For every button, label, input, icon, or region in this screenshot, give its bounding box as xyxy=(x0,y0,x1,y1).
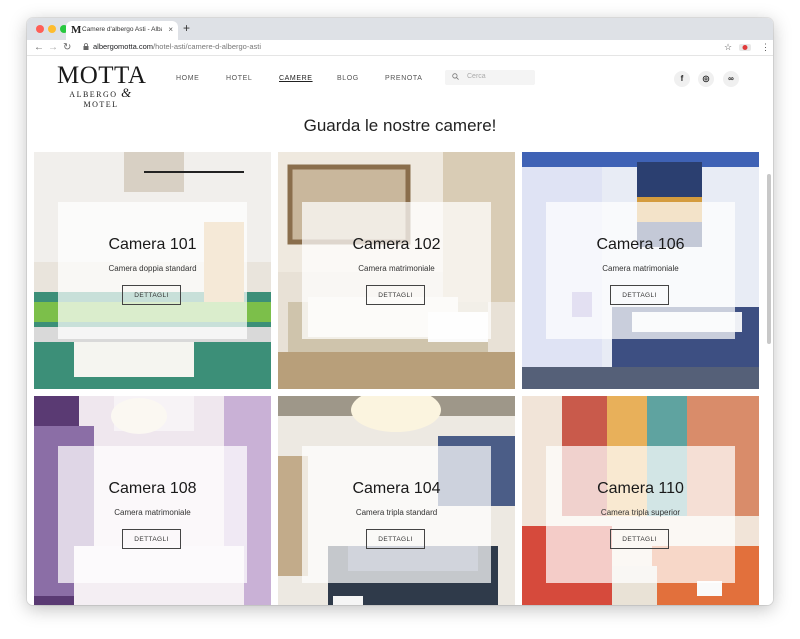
extension-icon[interactable] xyxy=(739,43,751,52)
room-overlay: Camera 102 Camera matrimoniale DETTAGLI xyxy=(302,202,491,339)
details-button[interactable]: DETTAGLI xyxy=(366,529,425,549)
nav-camere[interactable]: CAMERE xyxy=(279,75,313,82)
room-name: Camera 110 xyxy=(597,480,684,497)
address-bar: ← → ↻ albergomotta.com/hotel-asti/camere… xyxy=(27,40,773,56)
details-button[interactable]: DETTAGLI xyxy=(610,529,669,549)
page-heading: Guarda le nostre camere! xyxy=(303,116,497,135)
room-name: Camera 102 xyxy=(352,236,441,253)
room-card-102[interactable]: Camera 102 Camera matrimoniale DETTAGLI xyxy=(278,152,515,389)
tab-title: Camere d'albergo Asti - Alba xyxy=(82,26,162,33)
menu-icon[interactable]: ⋮ xyxy=(761,41,770,54)
forward-icon[interactable]: → xyxy=(48,41,58,54)
room-name: Camera 104 xyxy=(352,480,441,497)
logo-sub: ALBERGO & MOTEL xyxy=(69,85,133,109)
room-overlay: Camera 110 Camera tripla superior DETTAG… xyxy=(546,446,735,583)
details-button[interactable]: DETTAGLI xyxy=(366,285,425,305)
details-button[interactable]: DETTAGLI xyxy=(610,285,669,305)
room-overlay: Camera 104 Camera tripla standard DETTAG… xyxy=(302,446,491,583)
tab-bar: M Camere d'albergo Asti - Alba × + xyxy=(27,18,773,40)
search-input[interactable]: Cerca xyxy=(445,70,535,85)
tab-close-icon[interactable]: × xyxy=(168,25,173,34)
website: MOTTA ALBERGO & MOTEL HOME HOTEL CAMERE … xyxy=(27,56,773,605)
url-field[interactable]: albergomotta.com/hotel-asti/camere-d-alb… xyxy=(93,42,261,51)
room-overlay: Camera 108 Camera matrimoniale DETTAGLI xyxy=(58,446,247,583)
facebook-icon[interactable]: f xyxy=(674,71,690,87)
room-card-110[interactable]: Camera 110 Camera tripla superior DETTAG… xyxy=(522,396,759,605)
url-domain: albergomotta.com xyxy=(93,42,154,51)
back-icon[interactable]: ← xyxy=(34,41,44,54)
browser-tab[interactable]: M Camere d'albergo Asti - Alba × xyxy=(66,21,178,40)
new-tab-button[interactable]: + xyxy=(183,21,190,35)
room-name: Camera 106 xyxy=(596,236,685,253)
nav-hotel[interactable]: HOTEL xyxy=(226,75,252,82)
room-type: Camera tripla superior xyxy=(600,508,681,517)
minimize-window-button[interactable] xyxy=(48,25,56,33)
nav-blog[interactable]: BLOG xyxy=(337,75,359,82)
room-type: Camera matrimoniale xyxy=(114,508,191,517)
nav-prenota[interactable]: PRENOTA xyxy=(385,75,423,82)
room-name: Camera 108 xyxy=(108,480,197,497)
nav-home[interactable]: HOME xyxy=(176,75,199,82)
details-button[interactable]: DETTAGLI xyxy=(122,285,181,305)
room-card-101[interactable]: Camera 101 Camera doppia standard DETTAG… xyxy=(34,152,271,389)
instagram-icon[interactable]: ◎ xyxy=(698,71,714,87)
room-card-104[interactable]: Camera 104 Camera tripla standard DETTAG… xyxy=(278,396,515,605)
room-type: Camera doppia standard xyxy=(108,264,197,273)
close-window-button[interactable] xyxy=(36,25,44,33)
search-placeholder: Cerca xyxy=(467,73,486,80)
room-overlay: Camera 101 Camera doppia standard DETTAG… xyxy=(58,202,247,339)
tripadvisor-icon[interactable]: ∞ xyxy=(723,71,739,87)
lock-icon xyxy=(83,43,89,50)
favicon-icon: M xyxy=(71,24,82,36)
details-button[interactable]: DETTAGLI xyxy=(122,529,181,549)
reload-icon[interactable]: ↻ xyxy=(63,41,71,54)
room-card-106[interactable]: Camera 106 Camera matrimoniale DETTAGLI xyxy=(522,152,759,389)
url-path: /hotel-asti/camere-d-albergo-asti xyxy=(153,42,261,51)
site-logo[interactable]: MOTTA ALBERGO & MOTEL xyxy=(57,63,146,110)
star-icon[interactable]: ☆ xyxy=(724,41,732,54)
room-name: Camera 101 xyxy=(108,236,197,253)
room-type: Camera tripla standard xyxy=(355,508,438,517)
room-overlay: Camera 106 Camera matrimoniale DETTAGLI xyxy=(546,202,735,339)
browser-window: M Camere d'albergo Asti - Alba × + ← → ↻… xyxy=(27,18,773,605)
search-icon xyxy=(452,73,459,80)
scrollbar[interactable] xyxy=(767,174,771,344)
room-type: Camera matrimoniale xyxy=(358,264,435,273)
room-card-108[interactable]: Camera 108 Camera matrimoniale DETTAGLI xyxy=(34,396,271,605)
room-type: Camera matrimoniale xyxy=(602,264,679,273)
